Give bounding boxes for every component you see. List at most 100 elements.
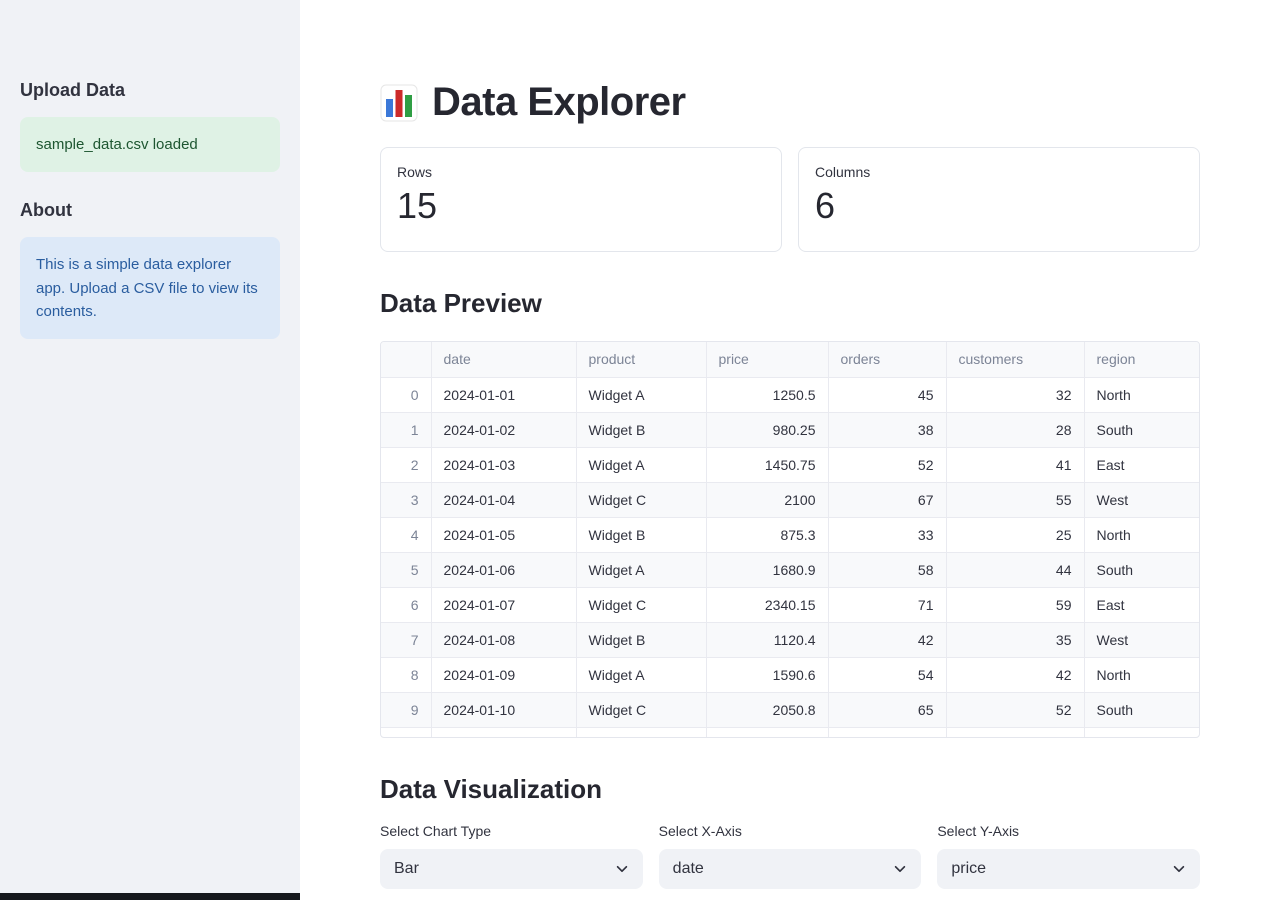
metric-columns-value: 6 <box>815 186 1183 226</box>
table-row: 82024-01-09Widget A1590.65442North <box>381 657 1199 692</box>
table-cell: 38 <box>828 412 946 447</box>
table-cell: 1120.4 <box>706 622 828 657</box>
row-index-cell: 5 <box>381 552 431 587</box>
table-cell: 42 <box>946 657 1084 692</box>
table-row: 62024-01-07Widget C2340.157159East <box>381 587 1199 622</box>
table-cell: 59 <box>946 587 1084 622</box>
chart-controls-row: Select Chart Type Bar Select X-Axis date… <box>380 823 1200 889</box>
table-cell: North <box>1084 657 1199 692</box>
table-cell: 44 <box>946 552 1084 587</box>
metric-rows-value: 15 <box>397 186 765 226</box>
metrics-row: Rows 15 Columns 6 <box>380 147 1200 252</box>
x-axis-label: Select X-Axis <box>659 823 922 839</box>
table-cell: Widget B <box>576 727 706 738</box>
page-title: Data Explorer <box>432 80 686 125</box>
table-cell: North <box>1084 517 1199 552</box>
table-cell: West <box>1084 482 1199 517</box>
column-header <box>381 342 431 377</box>
table-row: 02024-01-01Widget A1250.54532North <box>381 377 1199 412</box>
table-cell: Widget B <box>576 622 706 657</box>
table-cell: Widget A <box>576 447 706 482</box>
chevron-down-icon <box>1172 862 1186 876</box>
table-row: 52024-01-06Widget A1680.95844South <box>381 552 1199 587</box>
about-info-text: This is a simple data explorer app. Uplo… <box>36 256 258 320</box>
table-cell: 1780.5 <box>706 727 828 738</box>
sidebar: Upload Data sample_data.csv loaded About… <box>0 0 300 900</box>
chart-type-control: Select Chart Type Bar <box>380 823 643 889</box>
chart-type-select[interactable]: Bar <box>380 849 643 889</box>
column-header: price <box>706 342 828 377</box>
about-heading: About <box>20 200 280 221</box>
table-cell: 1250.5 <box>706 377 828 412</box>
table-cell: 2024-01-02 <box>431 412 576 447</box>
table-cell: 58 <box>828 552 946 587</box>
about-info-alert: This is a simple data explorer app. Uplo… <box>20 237 280 339</box>
table-cell: 1450.75 <box>706 447 828 482</box>
y-axis-control: Select Y-Axis price <box>937 823 1200 889</box>
table-cell: 1590.6 <box>706 657 828 692</box>
table-cell: Widget B <box>576 517 706 552</box>
table-cell: 52 <box>828 447 946 482</box>
chevron-down-icon <box>615 862 629 876</box>
table-cell: Widget A <box>576 552 706 587</box>
table-row: 72024-01-08Widget B1120.44235West <box>381 622 1199 657</box>
table-cell: South <box>1084 692 1199 727</box>
row-index-cell: 2 <box>381 447 431 482</box>
table-cell: 2024-01-06 <box>431 552 576 587</box>
chart-type-label: Select Chart Type <box>380 823 643 839</box>
table-cell: South <box>1084 412 1199 447</box>
x-axis-value: date <box>673 860 704 878</box>
row-index-cell: 6 <box>381 587 431 622</box>
column-header: product <box>576 342 706 377</box>
metric-rows: Rows 15 <box>380 147 782 252</box>
table-cell: South <box>1084 552 1199 587</box>
table-cell: 28 <box>946 412 1084 447</box>
table-cell: 45 <box>946 727 1084 738</box>
metric-columns-label: Columns <box>815 164 1183 180</box>
row-index-cell: 1 <box>381 412 431 447</box>
table-cell: 875.3 <box>706 517 828 552</box>
metric-rows-label: Rows <box>397 164 765 180</box>
table-row: 92024-01-10Widget C2050.86552South <box>381 692 1199 727</box>
table-cell: 54 <box>828 657 946 692</box>
table-cell: 67 <box>828 482 946 517</box>
table-cell: East <box>1084 587 1199 622</box>
data-preview-heading: Data Preview <box>380 288 1200 319</box>
y-axis-label: Select Y-Axis <box>937 823 1200 839</box>
upload-data-heading: Upload Data <box>20 80 280 101</box>
column-header: region <box>1084 342 1199 377</box>
main-content: Data Explorer Rows 15 Columns 6 Data Pre… <box>300 0 1280 900</box>
column-header: date <box>431 342 576 377</box>
table-cell: 2024-01-01 <box>431 377 576 412</box>
table-cell: West <box>1084 622 1199 657</box>
table-cell: 32 <box>946 377 1084 412</box>
table-header-row: dateproductpriceorderscustomersregion <box>381 342 1199 377</box>
upload-success-text: sample_data.csv loaded <box>36 136 198 153</box>
table-row: 12024-01-02Widget B980.253828South <box>381 412 1199 447</box>
table-cell: Widget C <box>576 587 706 622</box>
table-cell: 65 <box>828 692 946 727</box>
table-cell: 2024-01-08 <box>431 622 576 657</box>
table-cell: 2024-01-11 <box>431 727 576 738</box>
table-cell: 2024-01-07 <box>431 587 576 622</box>
data-preview-table[interactable]: dateproductpriceorderscustomersregion 02… <box>380 341 1200 738</box>
page-title-row: Data Explorer <box>380 80 1200 125</box>
row-index-cell: 3 <box>381 482 431 517</box>
table-cell: East <box>1084 447 1199 482</box>
table-cell: 2340.15 <box>706 587 828 622</box>
x-axis-select[interactable]: date <box>659 849 922 889</box>
table-cell: 980.25 <box>706 412 828 447</box>
table-cell: 57 <box>828 727 946 738</box>
row-index-cell: 0 <box>381 377 431 412</box>
bar-chart-icon <box>380 84 418 122</box>
table-cell: 33 <box>828 517 946 552</box>
chevron-down-icon <box>893 862 907 876</box>
y-axis-select[interactable]: price <box>937 849 1200 889</box>
chart-type-value: Bar <box>394 860 419 878</box>
table-cell: 52 <box>946 692 1084 727</box>
sidebar-bottom-bar <box>0 893 300 900</box>
row-index-cell: 4 <box>381 517 431 552</box>
table-cell: 41 <box>946 447 1084 482</box>
row-index-cell: 7 <box>381 622 431 657</box>
table-row: 32024-01-04Widget C21006755West <box>381 482 1199 517</box>
